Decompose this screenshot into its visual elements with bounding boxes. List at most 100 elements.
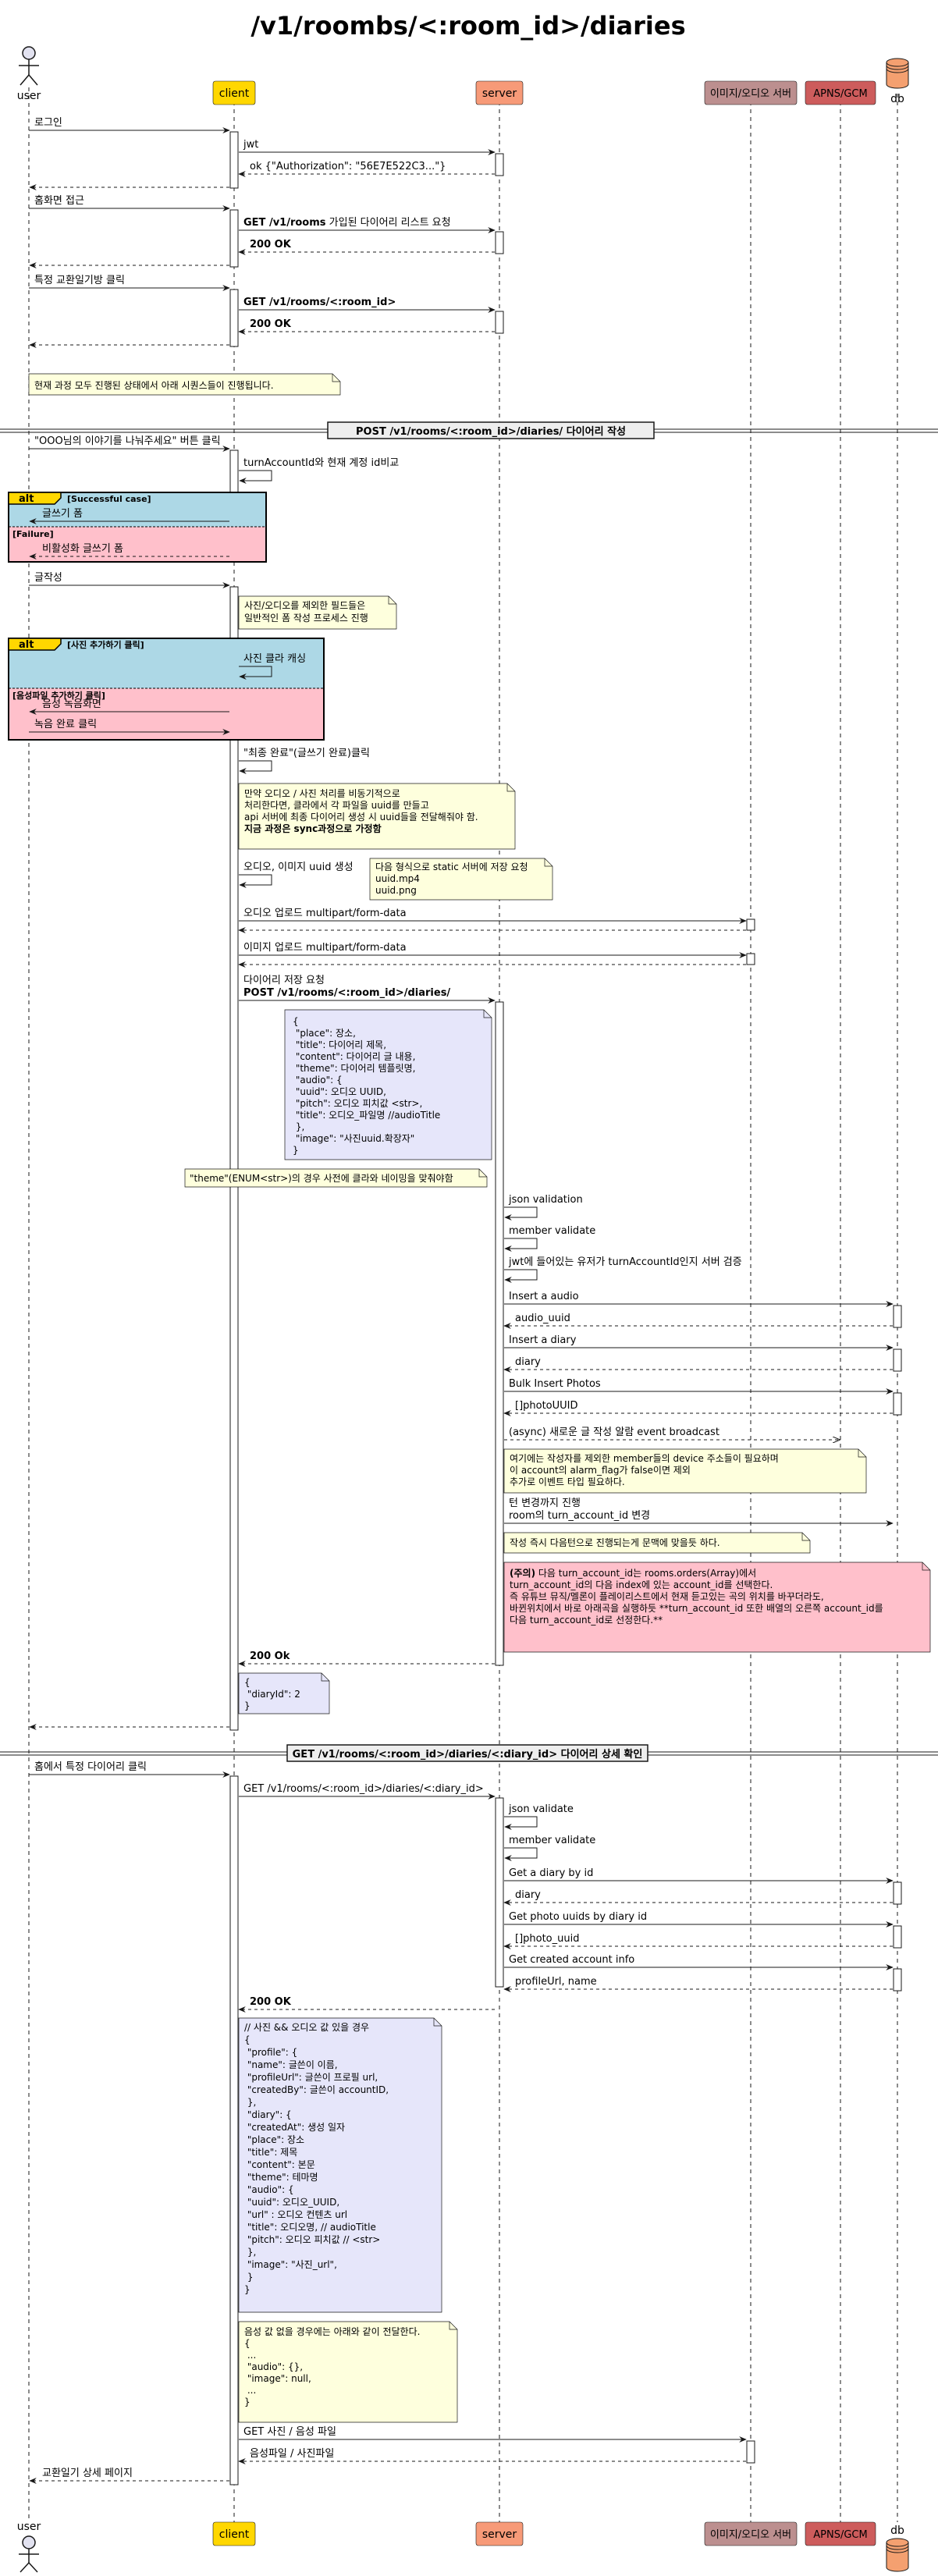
- alt-tag: [8, 492, 62, 505]
- participant-client-label-bottom: client: [219, 2528, 250, 2541]
- note-line: "title": 다이어리 제목,: [293, 1039, 386, 1050]
- message-label: diary: [515, 1889, 541, 1901]
- database-icon: [886, 58, 909, 89]
- note-line: uuid.png: [375, 885, 417, 896]
- note-line: "title": 제목: [244, 2147, 297, 2158]
- lifelines: [28, 87, 898, 2522]
- participant-apns-label: APNS/GCM: [813, 88, 867, 100]
- note-line: "theme": 다이어리 템플릿명,: [293, 1063, 415, 1074]
- note-line: turn_account_id의 다음 index에 있는 account_id…: [510, 1579, 773, 1590]
- message-label: Bulk Insert Photos: [509, 1378, 601, 1390]
- note-line: }: [244, 2284, 250, 2295]
- note-line: 처리한다면, 클라에서 각 파일을 uuid를 만들고: [244, 800, 429, 811]
- message-label: turnAccountId와 현재 계정 id비교: [243, 457, 399, 469]
- participant-media-label-bottom: 이미지/오디오 서버: [710, 2529, 791, 2541]
- alt-else-condition: [Failure]: [12, 529, 54, 539]
- message-label: 200 Ok: [250, 1650, 290, 1662]
- activation-bar: [495, 311, 504, 334]
- activation-bar: [893, 1881, 902, 1905]
- message-label: GET /v1/rooms/<:room_id>/diaries/<:diary…: [243, 1783, 484, 1795]
- note-line: 일반적인 폼 작성 프로세스 진행: [244, 612, 368, 624]
- note-line: 다음 turn_account_id로 선정한다.**: [510, 1615, 663, 1626]
- note-line: 추가로 이벤트 타입 필요하다.: [510, 1476, 625, 1487]
- message-label: Get created account info: [509, 1954, 634, 1966]
- note-line: "image": "사진uuid.확장자": [293, 1133, 414, 1144]
- note-line: 여기에는 작성자를 제외한 member들의 device 주소들이 필요하며: [510, 1453, 779, 1464]
- note-line: 음성 값 없을 경우에는 아래와 같이 전달한다.: [244, 2326, 420, 2337]
- note-line: "audio": {: [244, 2184, 294, 2195]
- note-line: "place": 장소: [244, 2134, 304, 2145]
- self-message-arrow: [504, 1206, 538, 1220]
- message-label: 비활성화 글쓰기 폼: [42, 543, 123, 555]
- self-message-arrow: [239, 760, 272, 774]
- note-line: 이 account의 alarm_flag가 false이면 제외: [510, 1465, 691, 1476]
- participant-user-label-bottom: user: [17, 2521, 41, 2533]
- message-label: 오디오, 이미지 uuid 생성: [243, 862, 354, 873]
- message-label: GET /v1/rooms/<:room_id>: [243, 297, 396, 308]
- message-label: 이미지 업로드 multipart/form-data: [243, 942, 407, 954]
- message-label: jwt: [243, 139, 258, 151]
- message-label: GET 사진 / 음성 파일: [243, 2426, 336, 2438]
- note-line: "title": 오디오명, // audioTitle: [244, 2222, 376, 2233]
- activation-bar: [229, 209, 239, 268]
- note-line: 지금 과정은 sync과정으로 가정함: [244, 823, 382, 834]
- participant-server-label: server: [482, 87, 517, 100]
- note-line: {: [244, 2338, 250, 2349]
- note-line: "diary": {: [244, 2109, 292, 2120]
- note-line: },: [293, 1121, 304, 1132]
- message-label: 턴 변경까지 진행: [509, 1497, 581, 1509]
- note-line: "place": 장소,: [293, 1028, 356, 1039]
- note-line: "content": 다이어리 글 내용,: [293, 1051, 415, 1062]
- message-label: "최종 완료"(글쓰기 완료)클릭: [243, 748, 370, 759]
- note-line: api 서버에 최종 다이어리 생성 시 uuid들을 전달해줘야 함.: [244, 812, 478, 823]
- activation-bar: [495, 231, 504, 254]
- message-label: 특정 교환일기방 클릭: [34, 275, 125, 286]
- note-line: "url" : 오디오 컨텐츠 url: [244, 2209, 347, 2220]
- message-label: json validate: [508, 1803, 574, 1815]
- message-label: POST /v1/rooms/<:room_id>/diaries/: [243, 987, 450, 999]
- activation-bar: [495, 153, 504, 176]
- message-label-bold: GET /v1/rooms: [243, 217, 326, 229]
- participant-media-label: 이미지/오디오 서버: [710, 88, 791, 100]
- message-label: jwt에 들어있는 유저가 turnAccountId인지 서버 검증: [508, 1256, 742, 1268]
- message-label: profileUrl, name: [515, 1976, 597, 1988]
- message-label: []photoUUID: [515, 1400, 578, 1412]
- participants-top: user client server 이미지/오디오 서버 APNS/GCM d…: [17, 46, 909, 105]
- note-line: "createdBy": 글쓴이 accountID,: [244, 2084, 389, 2095]
- note-line: 다음 turn_account_id는 rooms.orders(Array)에…: [535, 1568, 756, 1579]
- participant-server-label-bottom: server: [482, 2528, 517, 2541]
- activation-bar: [229, 1775, 239, 2485]
- message-label: 200 OK: [250, 318, 292, 330]
- activation-bar: [495, 1797, 504, 1988]
- note-line: "pitch": 오디오 피치값 <str>,: [293, 1098, 422, 1109]
- actor-user: [19, 46, 39, 86]
- message-label: GET /v1/rooms 가입된 다이어리 리스트 요청: [243, 217, 451, 229]
- note-line: }: [244, 1700, 250, 1711]
- message-label: 로그인: [34, 117, 62, 129]
- message-label: 오디오 업로드 multipart/form-data: [243, 908, 407, 919]
- message-label: member validate: [509, 1225, 595, 1237]
- note-line: "createdAt": 생성 일자: [244, 2122, 345, 2133]
- alt-tag: [8, 638, 62, 651]
- participant-db-label-bottom: db: [890, 2524, 904, 2537]
- section-divider: GET /v1/rooms/<:room_id>/diaries/<:diary…: [0, 1744, 938, 1762]
- message-label: Get a diary by id: [509, 1867, 593, 1879]
- message-label: 녹음 완료 클릭: [34, 719, 97, 730]
- note-line: "name": 글쓴이 이름,: [244, 2059, 338, 2070]
- activation-bar: [893, 1348, 902, 1372]
- activation-bar: [893, 1925, 902, 1949]
- note-text: 작성 즉시 다음턴으로 진행되는게 문맥에 맞을듯 하다.: [510, 1537, 720, 1548]
- activation-bar: [229, 586, 239, 1731]
- note-line: uuid.mp4: [375, 873, 420, 884]
- diagram-title: /v1/roombs/<:room_id>/diaries: [250, 11, 685, 41]
- message-label: 다이어리 저장 요청: [243, 975, 325, 986]
- note-line: "uuid": 오디오 UUID,: [293, 1086, 386, 1097]
- message-label: Get photo uuids by diary id: [509, 1911, 647, 1923]
- note-bold: (주의): [510, 1567, 535, 1579]
- note-line: 즉 유튜브 뮤직/멜론이 플레이리스트에서 현재 듣고있는 곡의 위치를 바꾸더…: [510, 1591, 824, 1602]
- note-line: // 사진 && 오디오 값 있을 경우: [244, 2022, 369, 2033]
- note-line: {: [244, 1677, 250, 1688]
- note-line: "pitch": 오디오 피치값 // <str>: [244, 2234, 380, 2245]
- note-line: }: [244, 2397, 250, 2407]
- note-line: 다음 형식으로 static 서버에 저장 요청: [375, 862, 528, 872]
